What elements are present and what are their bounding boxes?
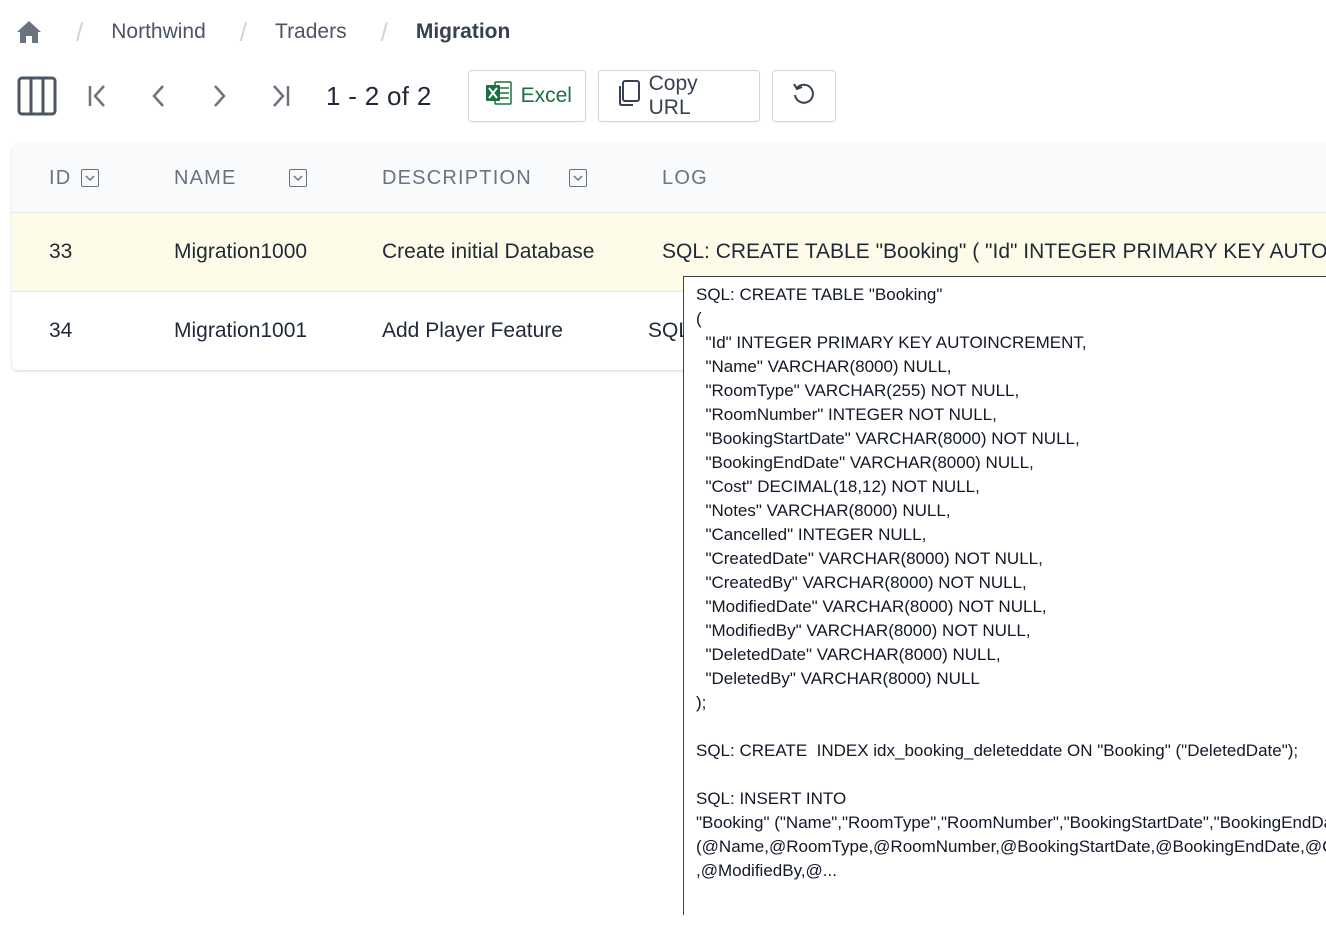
copy-url-label: Copy URL (648, 72, 698, 119)
filter-name-icon[interactable] (289, 169, 307, 187)
undo-icon (790, 79, 818, 113)
cell-name: Migration1001 (174, 319, 308, 342)
log-tooltip: SQL: CREATE TABLE "Booking" ( "Id" INTEG… (683, 276, 1326, 915)
breadcrumb-traders[interactable]: Traders (275, 20, 347, 44)
cell-name: Migration1000 (174, 240, 308, 263)
cell-id: 33 (49, 240, 73, 263)
breadcrumb-separator: / (239, 16, 248, 47)
filter-description-icon[interactable] (569, 169, 587, 187)
breadcrumb-separator: / (380, 16, 388, 47)
next-page-icon[interactable] (200, 77, 238, 115)
table-header: ID NAME DESCRIPTION LOG (12, 144, 1326, 213)
column-header-description[interactable]: DESCRIPTION (382, 144, 532, 212)
excel-label: Excel (520, 84, 572, 107)
previous-page-icon[interactable] (140, 77, 178, 115)
column-header-log[interactable]: LOG (662, 144, 708, 212)
breadcrumb-separator: / (76, 16, 84, 47)
home-icon[interactable] (16, 19, 42, 45)
cell-description: Add Player Feature (382, 319, 563, 342)
column-header-name[interactable]: NAME (174, 144, 237, 212)
breadcrumb: / Northwind / Traders / Migration (16, 14, 510, 50)
filter-id-icon[interactable] (81, 169, 99, 187)
copy-icon (615, 79, 641, 113)
reset-button[interactable] (771, 70, 836, 122)
excel-button[interactable]: Excel (467, 70, 586, 122)
toolbar: 1 - 2 of 2 Excel Copy URL (16, 70, 848, 122)
column-header-id[interactable]: ID (49, 144, 71, 212)
breadcrumb-northwind[interactable]: Northwind (111, 20, 206, 44)
cell-description: Create initial Database (382, 240, 595, 263)
copy-url-button[interactable]: Copy URL (597, 70, 760, 122)
last-page-icon[interactable] (260, 77, 298, 115)
page-info: 1 - 2 of 2 (326, 80, 432, 111)
excel-icon (485, 80, 513, 112)
breadcrumb-migration: Migration (415, 20, 511, 43)
first-page-icon[interactable] (80, 77, 118, 115)
cell-id: 34 (49, 319, 73, 342)
columns-icon[interactable] (16, 75, 58, 117)
log-tooltip-text: SQL: CREATE TABLE "Booking" ( "Id" INTEG… (696, 285, 1326, 880)
